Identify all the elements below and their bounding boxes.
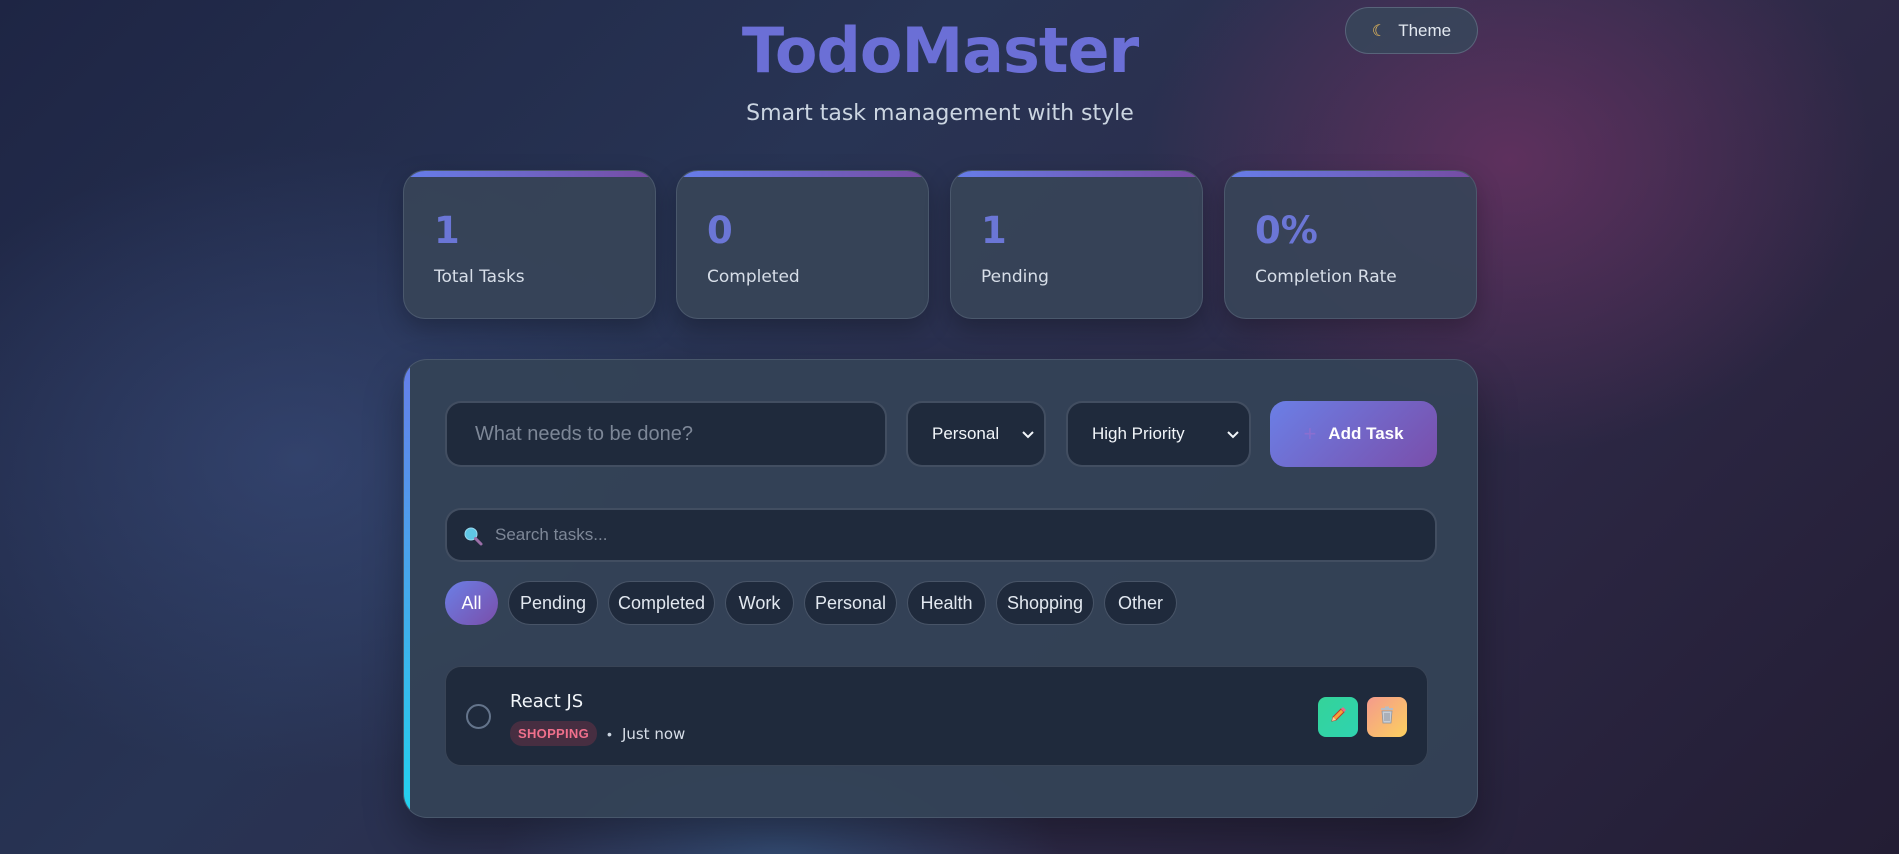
- plus-icon: +: [1303, 421, 1317, 446]
- priority-select[interactable]: High Priority: [1066, 401, 1251, 467]
- task-meta: SHOPPING • Just now: [510, 721, 685, 746]
- stat-value: 1: [981, 209, 1007, 252]
- category-select[interactable]: Personal: [906, 401, 1046, 467]
- stat-value: 1: [434, 209, 460, 252]
- filter-pending[interactable]: Pending: [508, 581, 598, 625]
- stat-card-total: 1 Total Tasks: [403, 170, 656, 319]
- new-task-input[interactable]: [445, 401, 887, 467]
- panel-accent-bar: [404, 360, 410, 817]
- stat-value: 0: [707, 209, 733, 252]
- trash-icon: [1377, 705, 1397, 730]
- filter-health[interactable]: Health: [907, 581, 986, 625]
- stat-value: 0%: [1255, 209, 1318, 252]
- search-input[interactable]: [495, 510, 1415, 560]
- stat-card-pending: 1 Pending: [950, 170, 1203, 319]
- category-badge: SHOPPING: [510, 721, 598, 746]
- task-item: React JS SHOPPING • Just now: [445, 666, 1428, 766]
- stat-label: Pending: [981, 267, 1049, 287]
- stat-label: Completion Rate: [1255, 267, 1397, 287]
- task-panel: Personal High Priority + Add Task All Pe…: [403, 359, 1478, 818]
- task-timestamp: Just now: [621, 724, 686, 743]
- meta-separator: •: [607, 725, 612, 742]
- app-title: TodoMaster: [741, 14, 1139, 87]
- task-title: React JS: [510, 691, 584, 712]
- stat-card-completed: 0 Completed: [676, 170, 929, 319]
- app-subtitle: Smart task management with style: [746, 101, 1134, 126]
- stat-label: Completed: [707, 267, 800, 287]
- task-complete-checkbox[interactable]: [466, 704, 491, 729]
- filter-all[interactable]: All: [445, 581, 498, 625]
- add-task-button[interactable]: + Add Task: [1270, 401, 1437, 467]
- filter-personal[interactable]: Personal: [804, 581, 897, 625]
- filter-work[interactable]: Work: [725, 581, 794, 625]
- pencil-icon: [1328, 705, 1348, 730]
- search-icon: [463, 525, 485, 547]
- stat-card-completion-rate: 0% Completion Rate: [1224, 170, 1477, 319]
- filter-completed[interactable]: Completed: [608, 581, 715, 625]
- chevron-down-icon: [1227, 427, 1239, 442]
- chevron-down-icon: [1022, 427, 1034, 442]
- priority-select-value: High Priority: [1092, 424, 1185, 443]
- filter-shopping[interactable]: Shopping: [996, 581, 1094, 625]
- category-select-value: Personal: [932, 424, 1000, 443]
- delete-task-button[interactable]: [1367, 697, 1407, 737]
- search-bar: [445, 508, 1437, 562]
- stat-label: Total Tasks: [434, 267, 525, 287]
- add-task-label: Add Task: [1328, 424, 1404, 443]
- filter-other[interactable]: Other: [1104, 581, 1177, 625]
- edit-task-button[interactable]: [1318, 697, 1358, 737]
